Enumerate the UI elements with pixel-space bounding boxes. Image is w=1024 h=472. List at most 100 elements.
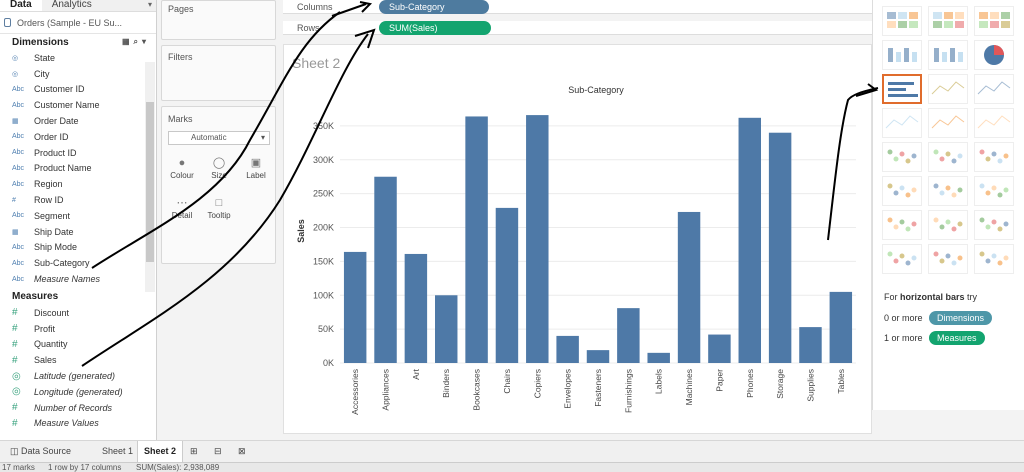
showme-highlight-table-icon[interactable] bbox=[974, 6, 1014, 36]
bar-appliances[interactable] bbox=[374, 176, 397, 363]
showme-text-table-icon[interactable] bbox=[882, 6, 922, 36]
new-dashboard-icon[interactable]: ⊟ bbox=[208, 441, 228, 462]
field-item[interactable]: # Profit bbox=[0, 321, 156, 337]
showme-bullet-icon[interactable] bbox=[928, 244, 968, 274]
field-item[interactable]: # Quantity bbox=[0, 337, 156, 353]
detail-button[interactable]: ⋯ Detail bbox=[166, 195, 198, 225]
dropdown-arrow-icon[interactable]: ▾ bbox=[148, 0, 152, 10]
field-item[interactable]: # Sales bbox=[0, 352, 156, 368]
bar-furnishings[interactable] bbox=[617, 308, 640, 363]
showme-area-discrete-icon[interactable] bbox=[928, 176, 968, 206]
rows-pill[interactable]: SUM(Sales) bbox=[379, 20, 491, 35]
field-item[interactable]: Abc Segment bbox=[0, 208, 156, 224]
bar-chairs[interactable] bbox=[495, 207, 519, 363]
showme-lines-discrete-icon[interactable] bbox=[928, 142, 968, 172]
bar-copiers[interactable] bbox=[526, 115, 549, 363]
field-item[interactable]: Abc Product ID bbox=[0, 145, 156, 161]
tab-analytics[interactable]: Analytics ▾ bbox=[41, 0, 156, 11]
field-item[interactable]: Abc Measure Names bbox=[0, 271, 156, 287]
tab-data-source[interactable]: ◫ Data Source bbox=[4, 441, 77, 462]
showme-scatter-icon[interactable] bbox=[882, 210, 922, 240]
mark-type-select[interactable]: Automatic ▾ bbox=[168, 131, 270, 145]
showme-pie-icon[interactable] bbox=[974, 40, 1014, 70]
tab-data[interactable]: Data bbox=[0, 0, 42, 11]
field-item[interactable]: Abc Region bbox=[0, 176, 156, 192]
bar-binders[interactable] bbox=[435, 295, 458, 363]
columns-shelf[interactable]: Columns Sub-Category bbox=[283, 0, 872, 14]
field-item[interactable]: # Discount bbox=[0, 305, 156, 321]
bar-supplies[interactable] bbox=[799, 327, 822, 363]
showme-side-by-side-bars-icon[interactable] bbox=[974, 74, 1014, 104]
showme-circle-views-icon[interactable] bbox=[928, 108, 968, 138]
datasource-label: Orders (Sample - EU Su... bbox=[17, 17, 123, 28]
bar-labels[interactable] bbox=[647, 352, 670, 363]
size-label: Size bbox=[211, 171, 227, 180]
bar-machines[interactable] bbox=[677, 211, 701, 363]
x-tick-label: Binders bbox=[441, 369, 451, 398]
showme-dual-combination-icon[interactable] bbox=[974, 176, 1014, 206]
field-item[interactable]: Abc Customer Name bbox=[0, 97, 156, 113]
tab-sheet-1[interactable]: Sheet 1 bbox=[96, 441, 139, 462]
showme-side-by-side-circles-icon[interactable] bbox=[974, 108, 1014, 138]
pages-card[interactable]: Pages bbox=[161, 0, 276, 40]
field-item[interactable]: # Number of Records bbox=[0, 400, 156, 416]
columns-pill[interactable]: Sub-Category bbox=[379, 0, 489, 14]
showme-stacked-bars-icon[interactable] bbox=[928, 74, 968, 104]
new-worksheet-icon[interactable]: ⊞ bbox=[184, 441, 204, 462]
showme-box-whisker-icon[interactable] bbox=[974, 210, 1014, 240]
abc-type-icon: Abc bbox=[12, 259, 25, 267]
rows-shelf[interactable]: Rows SUM(Sales) bbox=[283, 20, 872, 35]
new-story-icon[interactable]: ⊠ bbox=[232, 441, 252, 462]
showme-dual-lines-icon[interactable] bbox=[974, 142, 1014, 172]
field-item[interactable]: Abc Customer ID bbox=[0, 82, 156, 98]
field-item[interactable]: Abc Order ID bbox=[0, 129, 156, 145]
showme-gantt-icon[interactable] bbox=[882, 244, 922, 274]
bar-tables[interactable] bbox=[829, 291, 853, 363]
bar-phones[interactable] bbox=[738, 117, 761, 364]
tooltip-button[interactable]: □ Tooltip bbox=[203, 195, 235, 225]
datasource-item[interactable]: Orders (Sample - EU Su... bbox=[0, 12, 156, 34]
measures-title: Measures bbox=[12, 291, 59, 303]
dimensions-requirement: 0 or more bbox=[884, 313, 923, 323]
colour-button[interactable]: ● Colour bbox=[166, 155, 198, 185]
filters-card[interactable]: Filters bbox=[161, 45, 276, 101]
field-item[interactable]: # Measure Values bbox=[0, 416, 156, 432]
field-item[interactable]: ◎ State bbox=[0, 50, 156, 66]
measures-pill: Measures bbox=[929, 331, 985, 345]
field-item[interactable]: Abc Ship Mode bbox=[0, 240, 156, 256]
bar-bookcases[interactable] bbox=[465, 116, 488, 363]
bar-envelopes[interactable] bbox=[556, 335, 579, 363]
showme-heat-map-icon[interactable] bbox=[928, 6, 968, 36]
label-button[interactable]: ▣ Label bbox=[240, 155, 272, 185]
tab-sheet-2[interactable]: Sheet 2 bbox=[137, 441, 184, 462]
showme-packed-bubbles-icon[interactable] bbox=[974, 244, 1014, 274]
field-item[interactable]: ▦ Ship Date bbox=[0, 224, 156, 240]
field-item[interactable]: ▦ Order Date bbox=[0, 113, 156, 129]
showme-symbol-map-icon[interactable] bbox=[882, 40, 922, 70]
showme-lines-continuous-icon[interactable] bbox=[882, 142, 922, 172]
scrollbar[interactable] bbox=[145, 62, 155, 292]
bar-storage[interactable] bbox=[768, 132, 792, 363]
bar-art[interactable] bbox=[404, 253, 428, 363]
field-item[interactable]: # Row ID bbox=[0, 192, 156, 208]
bar-paper[interactable] bbox=[708, 334, 731, 363]
y-tick-label: 350K bbox=[313, 121, 334, 131]
showme-treemap-icon[interactable] bbox=[882, 108, 922, 138]
field-item[interactable]: ◎ Longitude (generated) bbox=[0, 384, 156, 400]
field-item[interactable]: Abc Product Name bbox=[0, 161, 156, 177]
size-button[interactable]: ◯ Size bbox=[203, 155, 235, 185]
field-item[interactable]: Abc Sub-Category bbox=[0, 255, 156, 271]
bar-accessories[interactable] bbox=[343, 251, 367, 363]
field-item[interactable]: ◎ City bbox=[0, 66, 156, 82]
measures-list: # Discount # Profit # Quantity # Sales ◎ Latitude… bbox=[0, 305, 156, 431]
field-label: Number of Records bbox=[34, 402, 113, 413]
pane-tools[interactable]: ▦⌕▾ bbox=[122, 37, 150, 47]
showme-histogram-icon[interactable] bbox=[928, 210, 968, 240]
showme-filled-map-icon[interactable] bbox=[928, 40, 968, 70]
colour-icon: ● bbox=[178, 157, 186, 169]
showme-horizontal-bars-icon[interactable] bbox=[882, 74, 922, 104]
scrollbar-thumb[interactable] bbox=[146, 102, 154, 262]
showme-area-continuous-icon[interactable] bbox=[882, 176, 922, 206]
field-item[interactable]: ◎ Latitude (generated) bbox=[0, 368, 156, 384]
bar-fasteners[interactable] bbox=[586, 350, 610, 363]
